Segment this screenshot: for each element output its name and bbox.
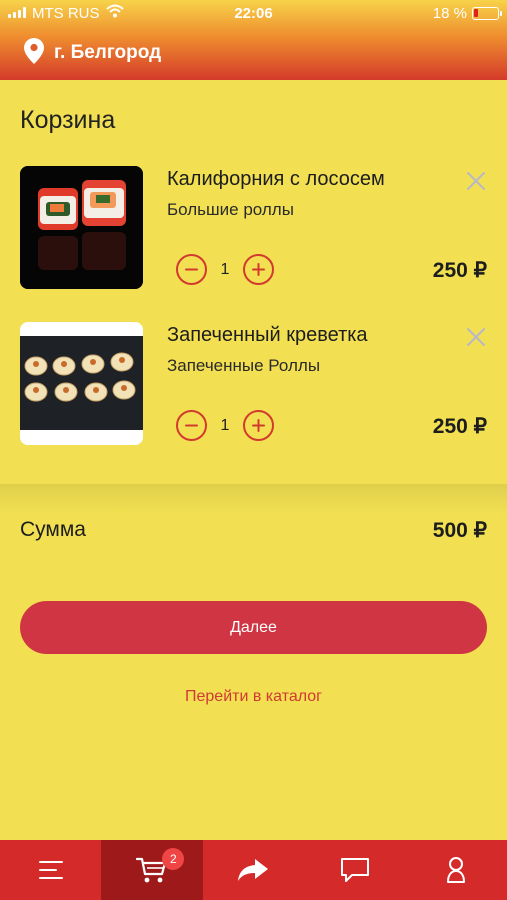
plus-icon: [252, 419, 265, 432]
tab-chat[interactable]: [304, 840, 405, 900]
decrease-quantity-button[interactable]: [176, 254, 207, 285]
remove-item-button[interactable]: [465, 170, 487, 192]
page-title: Корзина: [20, 106, 116, 134]
item-image: [20, 166, 143, 289]
tab-menu[interactable]: [0, 840, 101, 900]
increase-quantity-button[interactable]: [243, 410, 274, 441]
share-icon: [238, 859, 269, 881]
status-bar: MTS RUS 22:06 18 %: [0, 0, 507, 28]
chat-icon: [340, 858, 369, 882]
item-price: 250 ₽: [432, 415, 487, 438]
cart-count-badge: 2: [162, 848, 185, 870]
item-category: Большие роллы: [167, 200, 294, 219]
close-icon: [467, 328, 485, 346]
decrease-quantity-button[interactable]: [176, 410, 207, 441]
battery-percent: 18 %: [432, 5, 467, 22]
next-button[interactable]: Далее: [20, 601, 487, 654]
minus-icon: [185, 268, 198, 271]
increase-quantity-button[interactable]: [243, 254, 274, 285]
sum-value: 500 ₽: [432, 519, 487, 542]
battery-icon: [472, 7, 502, 20]
cart-item: Запеченный креветка Запеченные Роллы 1 2…: [0, 322, 507, 452]
menu-icon: [38, 861, 63, 879]
tab-profile[interactable]: [406, 840, 507, 900]
header: MTS RUS 22:06 18 % г. Белгород: [0, 0, 507, 80]
city-label: г. Белгород: [54, 42, 162, 63]
cart-item: Калифорния с лососем Большие роллы 1 250…: [0, 166, 507, 296]
quantity-value: 1: [220, 261, 230, 278]
quantity-value: 1: [220, 417, 230, 434]
item-name: Калифорния с лососем: [167, 168, 385, 190]
minus-icon: [185, 424, 198, 427]
close-icon: [467, 172, 485, 190]
tab-cart[interactable]: 2: [101, 840, 203, 900]
sum-label: Сумма: [20, 518, 86, 541]
tab-share[interactable]: [203, 840, 304, 900]
go-to-catalog-link[interactable]: Перейти в каталог: [0, 688, 507, 706]
next-button-label: Далее: [230, 618, 277, 636]
plus-icon: [252, 263, 265, 276]
city-selector[interactable]: г. Белгород: [24, 37, 162, 69]
profile-icon: [447, 857, 466, 883]
clock: 22:06: [234, 5, 273, 22]
item-category: Запеченные Роллы: [167, 356, 321, 375]
item-name: Запеченный креветка: [167, 324, 368, 346]
tab-bar: 2: [0, 840, 507, 900]
item-image: [20, 322, 143, 445]
remove-item-button[interactable]: [465, 326, 487, 348]
divider: [0, 484, 507, 514]
location-pin-icon: [24, 37, 44, 69]
item-price: 250 ₽: [432, 259, 487, 282]
